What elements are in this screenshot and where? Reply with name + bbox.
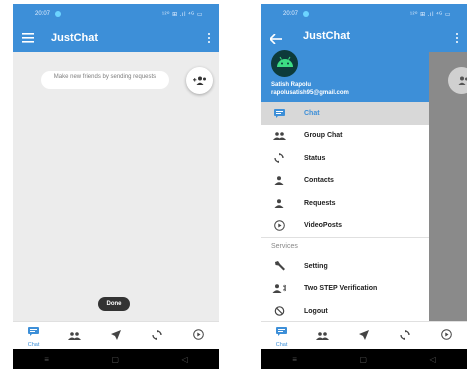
bottom-navigation: Chat	[13, 321, 219, 349]
bottom-nav-videos[interactable]	[183, 323, 213, 349]
app-bar-dimmed	[429, 24, 467, 52]
recents-icon[interactable]: ≡	[292, 355, 297, 364]
logout-icon	[271, 305, 287, 317]
drawer-item-status[interactable]: Status	[261, 147, 429, 170]
add-friend-icon	[455, 72, 467, 90]
status-icons: ¹²⁰ ⊞ .ıl ⁴ᴳ ▭	[162, 11, 203, 18]
app-bar: JustChat	[13, 24, 219, 52]
play-icon	[271, 220, 287, 232]
bottom-nav-send[interactable]	[349, 323, 379, 349]
user-email: rapolusatish95@gmail.com	[271, 90, 349, 96]
refresh-icon	[271, 152, 287, 164]
empty-state-hint: Make new friends by sending requests	[41, 71, 169, 89]
back-icon[interactable]: ◁	[430, 355, 436, 364]
services-section-label: Services	[261, 237, 429, 255]
play-icon	[193, 327, 204, 345]
bottom-navigation: Chat	[261, 321, 467, 349]
avatar[interactable]	[271, 50, 298, 77]
chat-icon	[276, 323, 288, 341]
drawer-item-group-chat[interactable]: Group Chat	[261, 125, 429, 148]
wrench-icon	[271, 260, 287, 272]
overflow-menu-icon[interactable]	[456, 33, 459, 43]
bottom-nav-send[interactable]	[101, 323, 131, 349]
drawer-item-videoposts[interactable]: VideoPosts	[261, 215, 429, 238]
notification-icon	[303, 11, 310, 17]
add-friend-button	[448, 67, 467, 94]
group-icon	[271, 130, 287, 142]
refresh-icon	[152, 327, 162, 345]
group-icon	[316, 327, 330, 345]
status-icons: ¹²⁰ ⊞ .ıl ⁴ᴳ ▭	[410, 11, 451, 18]
bottom-nav-videos[interactable]	[431, 323, 461, 349]
drawer-item-label: Requests	[304, 199, 336, 207]
drawer-item-chat[interactable]: Chat	[261, 102, 429, 125]
drawer-item-label: Logout	[304, 307, 328, 315]
refresh-icon	[400, 327, 410, 345]
bottom-nav-group[interactable]	[60, 323, 90, 349]
app-title: JustChat	[303, 30, 351, 42]
status-time: 20:07	[283, 11, 299, 17]
app-title: JustChat	[51, 32, 99, 44]
drawer-item-label: VideoPosts	[304, 222, 342, 230]
recents-icon[interactable]: ≡	[44, 355, 49, 364]
overflow-menu-icon[interactable]	[208, 33, 211, 43]
chat-icon	[28, 323, 40, 341]
drawer-item-label: Status	[304, 154, 326, 162]
toast-message: Done	[98, 297, 130, 311]
bottom-nav-chat-label: Chat	[275, 342, 288, 348]
person-icon	[271, 197, 287, 209]
drawer-item-requests[interactable]: Requests	[261, 192, 429, 215]
phone-drawer-screen: 20:07 ¹²⁰ ⊞ .ıl ⁴ᴳ ▭ JustChat Satish Rap…	[261, 4, 467, 369]
drawer-header: JustChat Satish Rapolu rapolusatish95@gm…	[261, 24, 429, 102]
user-name: Satish Rapolu	[271, 82, 312, 88]
system-navigation-bar: ≡ ▢ ◁	[13, 349, 219, 369]
two-step-icon	[271, 283, 287, 295]
drawer-scrim[interactable]	[429, 52, 467, 321]
bottom-nav-status[interactable]	[390, 323, 420, 349]
home-icon[interactable]: ▢	[111, 355, 119, 364]
send-icon	[110, 327, 121, 345]
status-bar: 20:07 ¹²⁰ ⊞ .ıl ⁴ᴳ ▭	[13, 4, 219, 24]
drawer-item-label: Chat	[304, 109, 320, 117]
person-icon	[271, 175, 287, 187]
menu-icon[interactable]	[21, 31, 35, 45]
notification-icon	[55, 11, 62, 17]
drawer-item-two-step[interactable]: Two STEP Verification	[261, 278, 429, 301]
status-bar: 20:07 ¹²⁰ ⊞ .ıl ⁴ᴳ ▭	[261, 4, 467, 24]
bottom-nav-chat[interactable]: Chat	[19, 323, 49, 349]
drawer-item-setting[interactable]: Setting	[261, 255, 429, 278]
back-arrow-icon[interactable]	[268, 31, 282, 49]
bottom-nav-chat[interactable]: Chat	[267, 323, 297, 349]
add-friend-button[interactable]	[186, 67, 213, 94]
bottom-nav-chat-label: Chat	[27, 342, 40, 348]
drawer-item-contacts[interactable]: Contacts	[261, 170, 429, 193]
drawer-item-label: Setting	[304, 262, 328, 270]
back-icon[interactable]: ◁	[182, 355, 188, 364]
phone-home-screen: 20:07 ¹²⁰ ⊞ .ıl ⁴ᴳ ▭ JustChat Make new f…	[13, 4, 219, 369]
home-icon[interactable]: ▢	[359, 355, 367, 364]
add-friend-icon	[192, 72, 207, 90]
chat-list-area: Make new friends by sending requests Don…	[13, 52, 219, 321]
drawer-item-label: Group Chat	[304, 132, 343, 140]
bottom-nav-status[interactable]	[142, 323, 172, 349]
navigation-drawer: JustChat Satish Rapolu rapolusatish95@gm…	[261, 24, 429, 321]
group-icon	[68, 327, 82, 345]
drawer-item-label: Contacts	[304, 177, 334, 185]
drawer-item-logout[interactable]: Logout	[261, 300, 429, 323]
system-navigation-bar: ≡ ▢ ◁	[261, 349, 467, 369]
android-icon	[276, 55, 294, 73]
chat-icon	[271, 107, 287, 119]
status-time: 20:07	[35, 11, 51, 17]
drawer-item-label: Two STEP Verification	[304, 285, 378, 293]
send-icon	[358, 327, 369, 345]
play-icon	[441, 327, 452, 345]
bottom-nav-group[interactable]	[308, 323, 338, 349]
